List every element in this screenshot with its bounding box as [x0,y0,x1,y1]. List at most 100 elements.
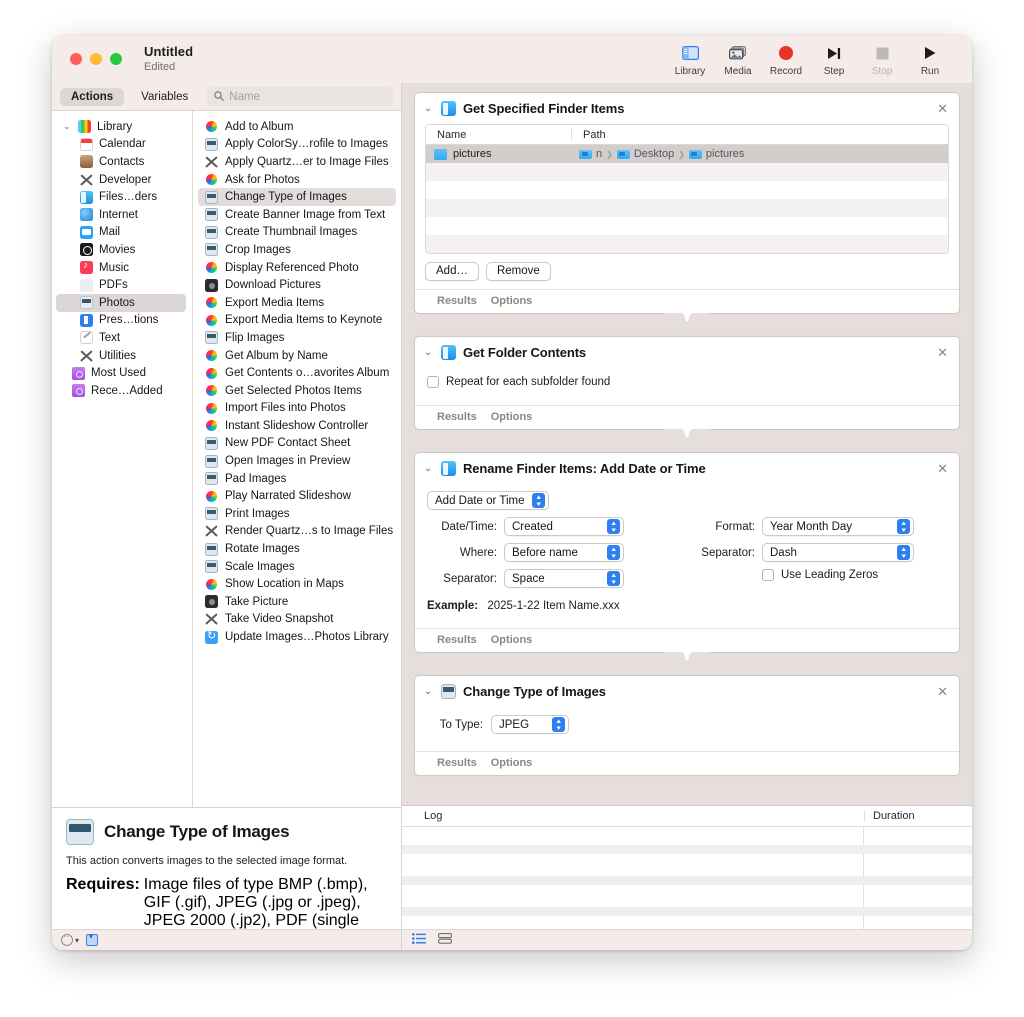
column-header-path[interactable]: Path [571,128,776,141]
sidebar-item-mail[interactable]: Mail [52,224,192,242]
repeat-subfolder-checkbox[interactable]: Repeat for each subfolder found [425,368,949,397]
action-item-download-pictures[interactable]: Download Pictures [193,276,401,294]
library-root-row[interactable]: ⌄ Library [52,118,192,136]
action-item-change-type-of-images[interactable]: Change Type of Images [198,188,396,206]
tab-variables[interactable]: Variables [130,88,199,106]
workflow-action-change-type-of-images[interactable]: ⌄ Change Type of Images ✕ To Type: JPEG … [414,675,960,776]
use-leading-zeros-checkbox[interactable]: Use Leading Zeros [683,569,914,581]
action-item-get-album-by-name[interactable]: Get Album by Name [193,347,401,365]
table-row-empty[interactable] [426,199,948,217]
maximize-window-button[interactable] [110,53,122,65]
sidebar-item-recently-added[interactable]: Rece…Added [52,382,192,400]
options-button[interactable]: Options [491,634,533,646]
toolbar-button-step[interactable]: Step [810,42,858,77]
workflow-action-get-specified-finder-items[interactable]: ⌄ Get Specified Finder Items ✕ Name Path [414,92,960,335]
action-item-pad-images[interactable]: Pad Images [193,470,401,488]
action-item-new-pdf-contact-sheet[interactable]: New PDF Contact Sheet [193,435,401,453]
action-item-take-video-snapshot[interactable]: Take Video Snapshot [193,611,401,629]
separator-right-popup[interactable]: Dash ▴ ▾ [762,543,914,562]
action-item-show-location-in-maps[interactable]: Show Location in Maps [193,575,401,593]
column-header-log[interactable]: Log [402,810,864,822]
action-item-export-media-items[interactable]: Export Media Items [193,294,401,312]
minimize-window-button[interactable] [90,53,102,65]
finder-items-table[interactable]: Name Path pictures n ❯ Desktop ❯ picture… [425,124,949,254]
close-window-button[interactable] [70,53,82,65]
to-type-popup[interactable]: JPEG ▴ ▾ [491,715,569,734]
log-list-icon[interactable] [412,931,426,949]
table-row-empty[interactable] [426,217,948,235]
action-item-create-banner-image[interactable]: Create Banner Image from Text [193,206,401,224]
where-popup[interactable]: Before name ▴ ▾ [504,543,624,562]
remove-button[interactable]: Remove [485,262,551,281]
action-item-open-images-in-preview[interactable]: Open Images in Preview [193,452,401,470]
action-item-instant-slideshow-controller[interactable]: Instant Slideshow Controller [193,417,401,435]
toolbar-button-record[interactable]: Record [762,42,810,77]
log-split-icon[interactable] [438,931,452,949]
chevron-down-icon[interactable]: ⌄ [63,121,72,132]
sidebar-item-music[interactable]: Music [52,259,192,277]
action-item-render-quartz-compositions[interactable]: Render Quartz…s to Image Files [193,523,401,541]
log-rows[interactable] [402,827,972,929]
close-icon[interactable]: ✕ [936,460,949,477]
action-item-get-contents-favorites-album[interactable]: Get Contents o…avorites Album [193,364,401,382]
toolbar-button-media[interactable]: Media [714,42,762,77]
toolbar-button-library[interactable]: Library [666,42,714,77]
chevron-down-icon[interactable]: ⌄ [424,463,434,474]
search-field[interactable]: Name [207,87,393,106]
toolbar-button-stop[interactable]: Stop [858,42,906,77]
action-item-scale-images[interactable]: Scale Images [193,558,401,576]
sidebar-item-files-folders[interactable]: Files…ders [52,188,192,206]
workflow-action-get-folder-contents[interactable]: ⌄ Get Folder Contents ✕ Repeat for each … [414,336,960,451]
action-item-crop-images[interactable]: Crop Images [193,241,401,259]
tab-actions[interactable]: Actions [60,87,125,106]
chevron-down-icon[interactable]: ⌄ [424,103,434,114]
action-item-update-images-photos-library[interactable]: Update Images…Photos Library [193,628,401,646]
action-item-add-to-album[interactable]: Add to Album [193,118,401,136]
action-item-import-files-into-photos[interactable]: Import Files into Photos [193,400,401,418]
close-icon[interactable]: ✕ [936,683,949,700]
sidebar-item-presentations[interactable]: Pres…tions [52,312,192,330]
search-input[interactable]: Name [229,91,260,103]
action-item-export-media-items-keynote[interactable]: Export Media Items to Keynote [193,312,401,330]
table-row-empty[interactable] [426,181,948,199]
action-item-apply-quartz-filter[interactable]: Apply Quartz…er to Image Files [193,153,401,171]
results-button[interactable]: Results [437,634,477,646]
workflow-canvas[interactable]: ⌄ Get Specified Finder Items ✕ Name Path [402,83,972,805]
sidebar-item-photos[interactable]: Photos [56,293,186,312]
options-button[interactable]: Options [491,295,533,307]
options-button[interactable]: Options [491,757,533,769]
action-item-get-selected-photos-items[interactable]: Get Selected Photos Items [193,382,401,400]
column-header-name[interactable]: Name [426,129,571,141]
table-row[interactable]: pictures n ❯ Desktop ❯ pictures [426,145,948,163]
checkbox-box[interactable] [427,376,439,388]
options-button[interactable]: Options [491,411,533,423]
checkbox-box[interactable] [762,569,774,581]
separator-left-popup[interactable]: Space ▴ ▾ [504,569,624,588]
sidebar-item-text[interactable]: Text [52,329,192,347]
sidebar-item-most-used[interactable]: Most Used [52,364,192,382]
sidebar-item-contacts[interactable]: Contacts [52,153,192,171]
more-options-button[interactable]: ▾ [61,931,79,946]
chevron-down-icon[interactable]: ⌄ [424,347,434,358]
sidebar-item-movies[interactable]: Movies [52,241,192,259]
table-row-empty[interactable] [426,163,948,181]
action-item-take-picture[interactable]: Take Picture [193,593,401,611]
toolbar-button-run[interactable]: Run [906,42,954,77]
rename-mode-popup[interactable]: Add Date or Time ▴ ▾ [427,491,550,510]
action-item-print-images[interactable]: Print Images [193,505,401,523]
add-button[interactable]: Add… [425,262,479,281]
chevron-down-icon[interactable]: ⌄ [424,686,434,697]
format-popup[interactable]: Year Month Day ▴ ▾ [762,517,914,536]
action-item-rotate-images[interactable]: Rotate Images [193,540,401,558]
table-row-empty[interactable] [426,235,948,253]
action-item-flip-images[interactable]: Flip Images [193,329,401,347]
close-icon[interactable]: ✕ [936,344,949,361]
action-item-create-thumbnail-images[interactable]: Create Thumbnail Images [193,224,401,242]
action-item-play-narrated-slideshow[interactable]: Play Narrated Slideshow [193,487,401,505]
action-item-apply-colorsync-profile[interactable]: Apply ColorSy…rofile to Images [193,136,401,154]
sidebar-item-calendar[interactable]: Calendar [52,136,192,154]
date-time-popup[interactable]: Created ▴ ▾ [504,517,624,536]
column-header-duration[interactable]: Duration [864,810,972,822]
sidebar-item-utilities[interactable]: Utilities [52,347,192,365]
close-icon[interactable]: ✕ [936,100,949,117]
